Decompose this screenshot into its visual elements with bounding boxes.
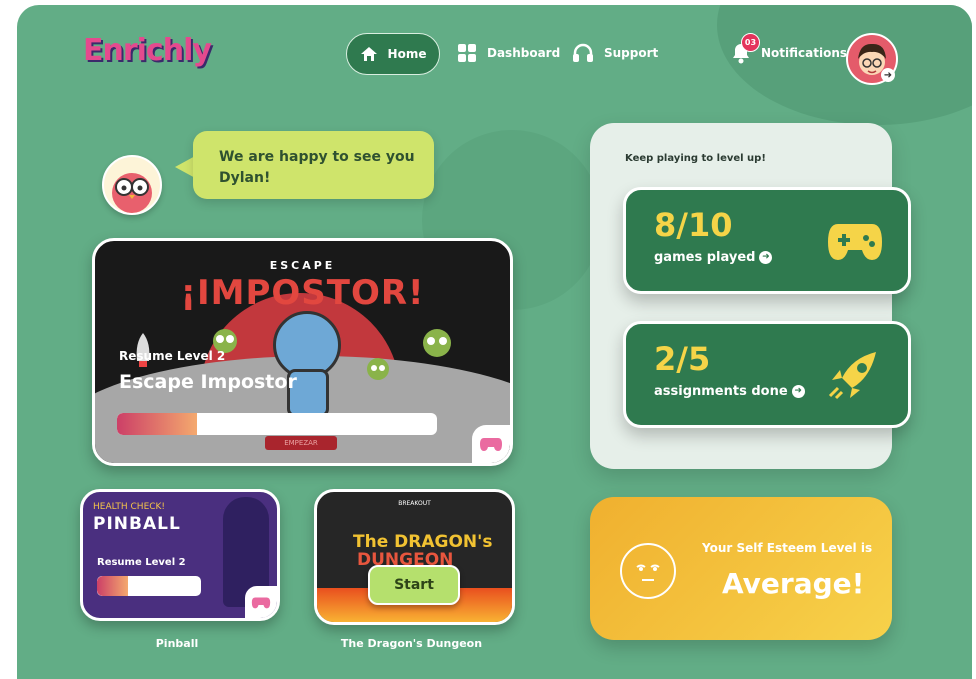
nav-support[interactable]: Support xyxy=(572,33,658,73)
gamepad-badge xyxy=(245,586,277,618)
resume-level-label: Resume Level 2 xyxy=(119,349,226,363)
owl-mascot-avatar xyxy=(102,155,162,215)
self-esteem-label: Your Self Esteem Level is xyxy=(702,541,873,555)
arrow-right-icon: ➜ xyxy=(791,385,805,398)
neutral-face-icon xyxy=(620,543,676,599)
nav-notifications-label: Notifications xyxy=(761,46,848,60)
app-frame: Enrichly Home Dashboard Support 03 Notif… xyxy=(17,5,972,679)
pinball-art-label: HEALTH CHECK! xyxy=(93,502,166,512)
featured-game-progress-fill xyxy=(117,413,197,435)
nav-home-label: Home xyxy=(387,47,427,61)
games-played-text: games played xyxy=(654,250,756,265)
bell-wrapper: 03 xyxy=(731,33,760,64)
gamepad-icon xyxy=(828,224,882,260)
self-esteem-value: Average! xyxy=(722,567,865,600)
pinball-progress-fill xyxy=(97,576,129,596)
gamepad-icon xyxy=(480,438,502,451)
dragon-dungeon-game-card[interactable]: BREAKOUT The DRAGON's DUNGEON Start xyxy=(314,489,515,625)
featured-game-progress xyxy=(117,413,437,435)
pinball-game-card[interactable]: HEALTH CHECK! PINBALL Resume Level 2 xyxy=(80,489,280,621)
assignments-text: assignments done xyxy=(654,384,788,399)
game-art-title: ¡IMPOSTOR! xyxy=(180,273,425,313)
logout-arrow-icon[interactable]: ➜ xyxy=(881,68,895,82)
notification-badge: 03 xyxy=(741,33,760,52)
owl-mascot-icon xyxy=(112,173,152,213)
rocket-icon xyxy=(828,352,876,400)
dashboard-icon xyxy=(458,44,476,62)
games-played-card[interactable]: 8/10 games played ➜ xyxy=(623,187,911,294)
dragon-dungeon-caption[interactable]: The Dragon's Dungeon xyxy=(314,637,509,650)
pinball-caption[interactable]: Pinball xyxy=(80,637,274,650)
assignments-done-card[interactable]: 2/5 assignments done ➜ xyxy=(623,321,911,428)
game-art-subtitle: ESCAPE xyxy=(269,259,336,272)
nav-dashboard[interactable]: Dashboard xyxy=(457,33,560,73)
self-esteem-card[interactable]: Your Self Esteem Level is Average! xyxy=(590,497,892,640)
arrow-right-icon: ➜ xyxy=(759,251,773,264)
nav-dashboard-label: Dashboard xyxy=(487,46,561,60)
featured-game-card[interactable]: ESCAPE ¡IMPOSTOR! EMPEZAR Resume Level 2… xyxy=(92,238,513,466)
progress-panel-title: Keep playing to level up! xyxy=(625,153,766,164)
nav-notifications[interactable]: 03 Notifications xyxy=(731,33,847,73)
start-button[interactable]: Start xyxy=(368,565,460,605)
pinball-resume-label: Resume Level 2 xyxy=(97,557,186,568)
featured-game-title: Escape Impostor xyxy=(119,371,297,393)
empezar-art-button: EMPEZAR xyxy=(265,436,337,450)
gamepad-badge xyxy=(472,425,510,463)
alien-icon xyxy=(423,329,451,357)
headphones-icon xyxy=(573,43,593,62)
home-icon xyxy=(360,47,377,61)
dragon-art-title-1: The DRAGON's xyxy=(353,532,493,552)
enrichly-logo[interactable]: Enrichly xyxy=(83,33,212,68)
games-played-value: 8/10 xyxy=(654,206,733,244)
neutral-face-svg xyxy=(636,564,660,581)
dragon-art-label: BREAKOUT xyxy=(398,500,431,507)
assignments-label: assignments done ➜ xyxy=(654,384,805,399)
games-played-label: games played ➜ xyxy=(654,250,773,265)
alien-icon xyxy=(367,358,389,380)
assignments-value: 2/5 xyxy=(654,340,711,378)
nav-support-label: Support xyxy=(604,46,659,60)
greeting-text: We are happy to see you Dylan! xyxy=(219,149,415,186)
nav-home[interactable]: Home xyxy=(346,33,440,75)
gamepad-icon xyxy=(251,597,271,608)
progress-panel: Keep playing to level up! 8/10 games pla… xyxy=(590,123,911,469)
pinball-art-title: PINBALL xyxy=(93,514,181,534)
pinball-progress xyxy=(97,576,201,596)
speech-bubble: We are happy to see you Dylan! xyxy=(193,131,434,199)
